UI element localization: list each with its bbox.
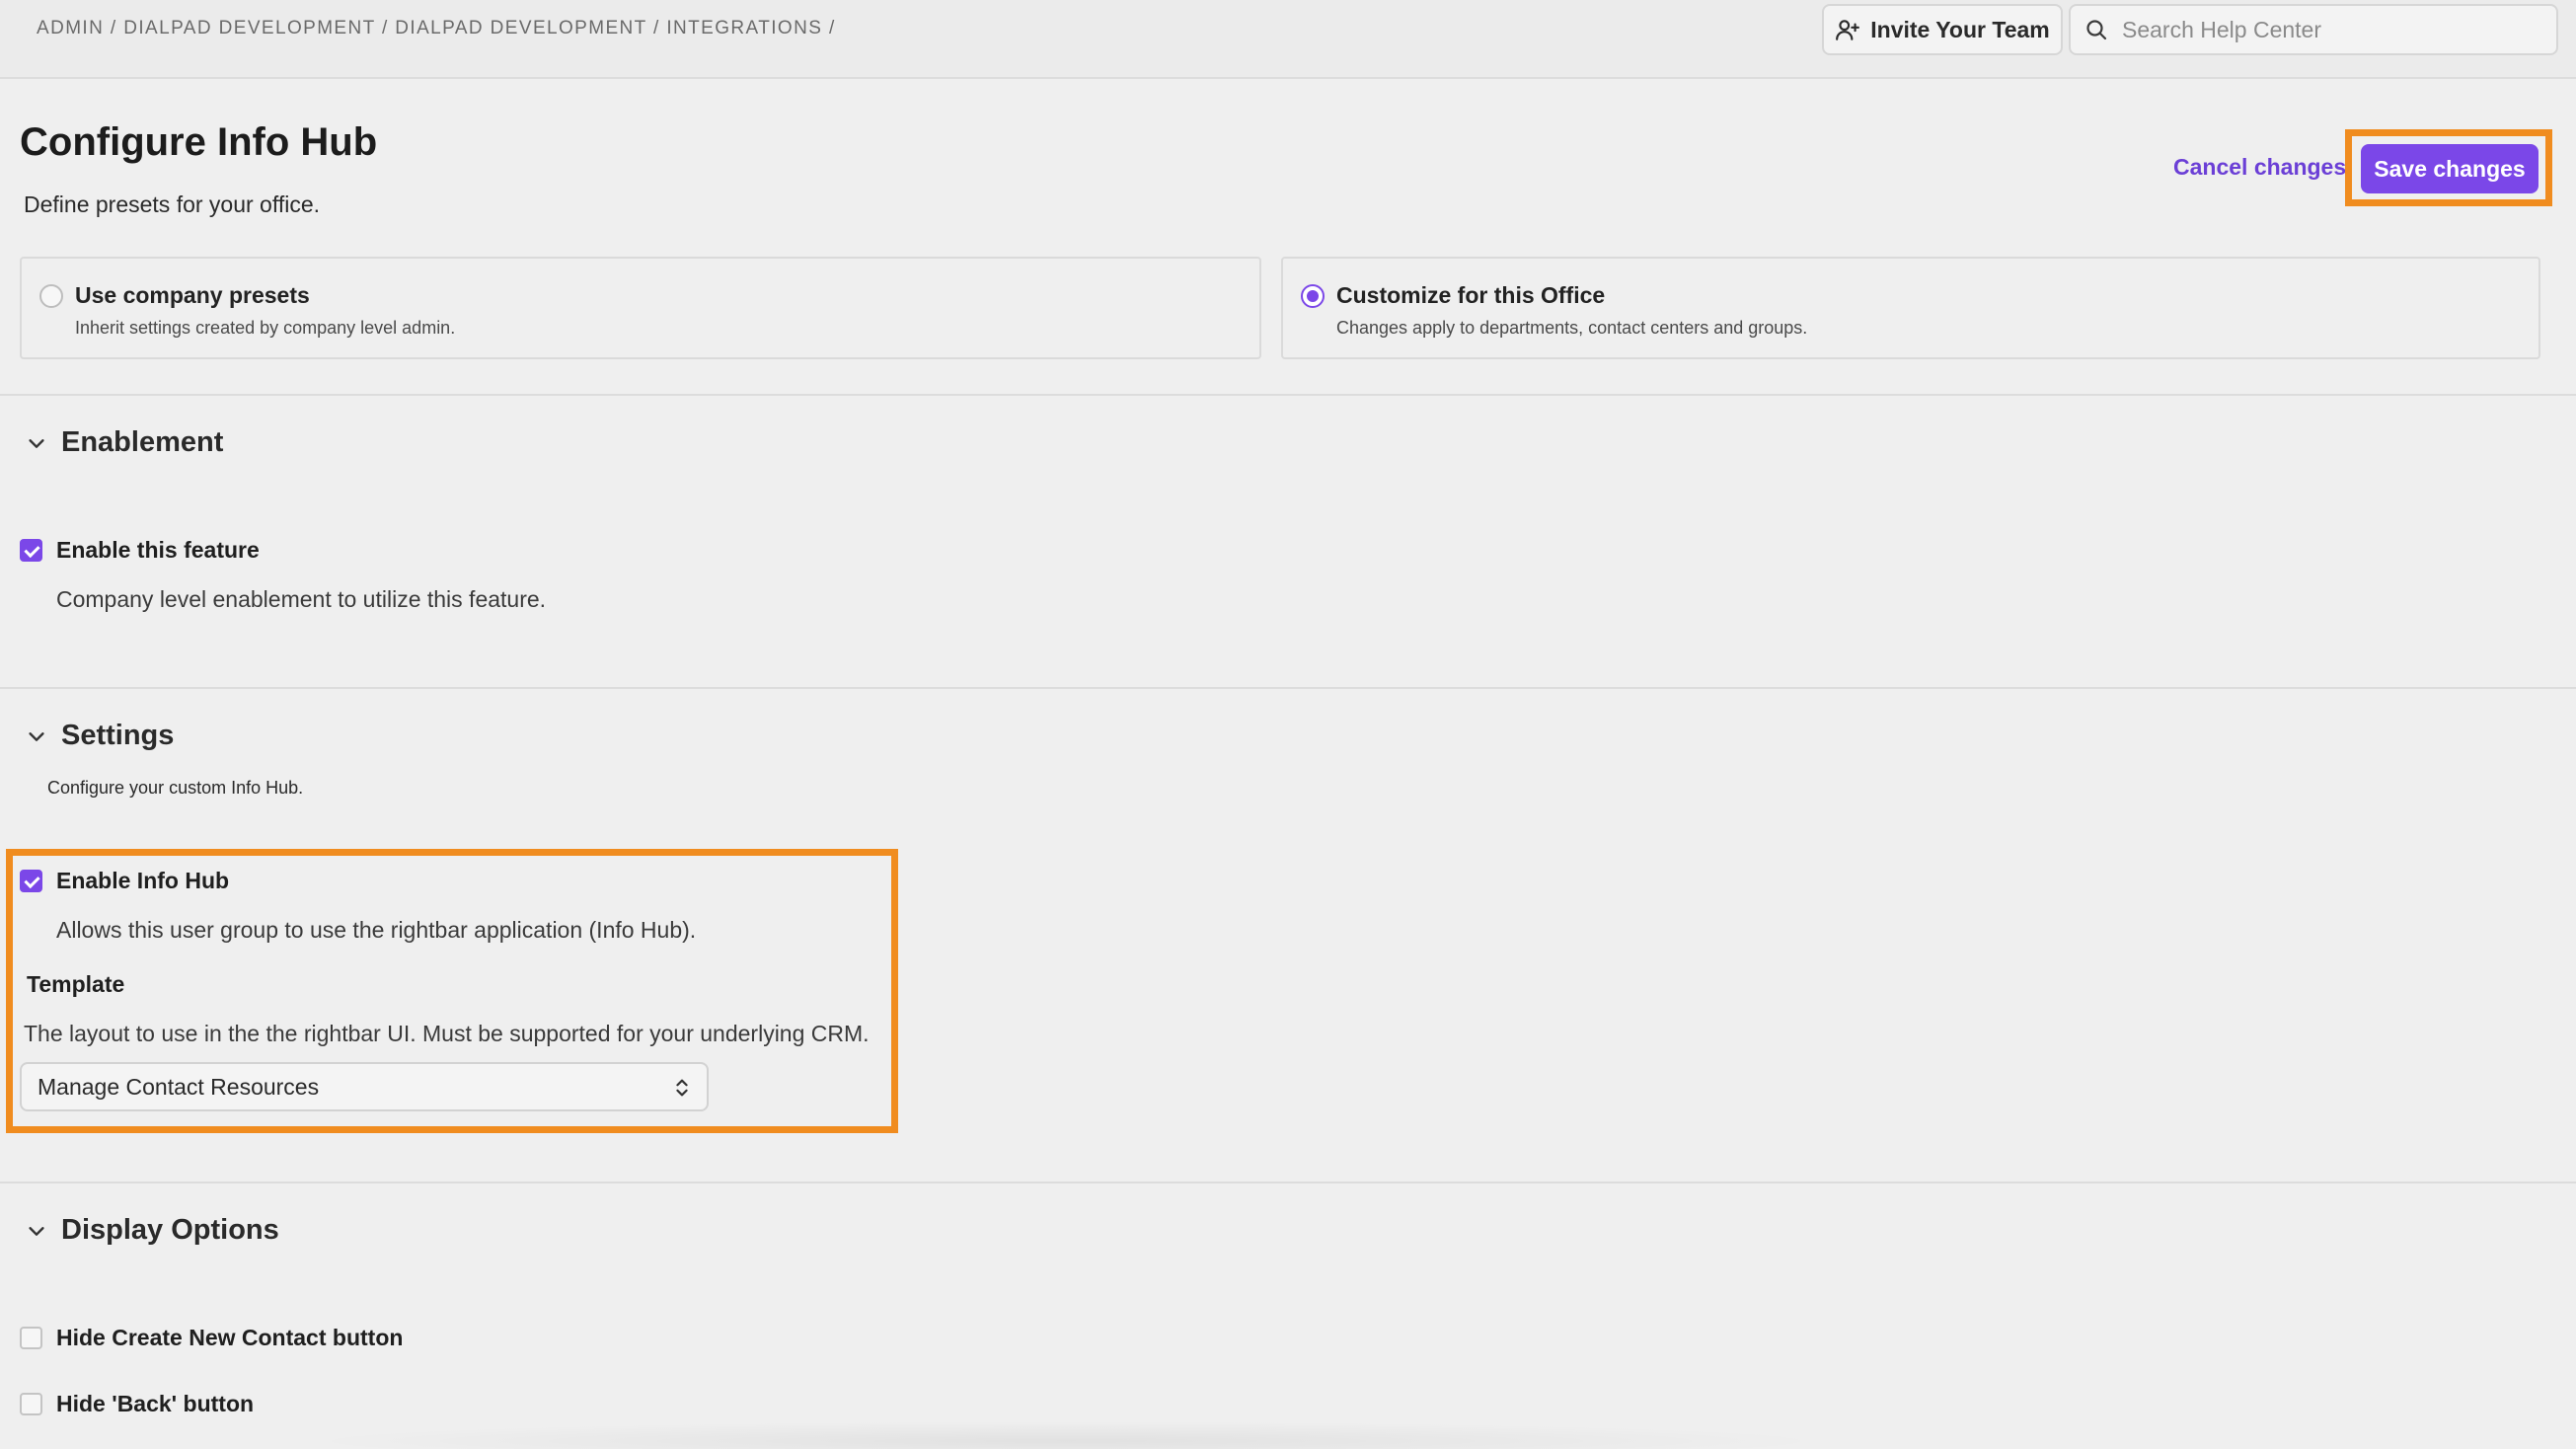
hide-create-contact-label[interactable]: Hide Create New Contact button [56, 1325, 403, 1351]
page-subtitle: Define presets for your office. [24, 191, 320, 217]
preset-office-card[interactable]: Customize for this Office Changes apply … [1281, 257, 2540, 359]
divider [0, 687, 2576, 689]
page-title: Configure Info Hub [20, 120, 378, 164]
search-input[interactable] [2122, 16, 2537, 43]
divider [0, 1182, 2576, 1183]
bottom-shadow [296, 1421, 1836, 1449]
enable-feature-checkbox[interactable] [20, 539, 42, 562]
enable-infohub-checkbox[interactable] [20, 870, 42, 892]
preset-company-title: Use company presets [75, 282, 310, 308]
divider [0, 394, 2576, 396]
invite-team-label: Invite Your Team [1870, 16, 2050, 42]
preset-office-title: Customize for this Office [1336, 282, 1606, 308]
enable-feature-label[interactable]: Enable this feature [56, 537, 260, 564]
template-label: Template [27, 971, 125, 997]
section-settings-title: Settings [61, 720, 175, 751]
preset-office-description: Changes apply to departments, contact ce… [1336, 318, 1808, 338]
chevron-updown-icon [676, 1079, 688, 1097]
preset-company-description: Inherit settings created by company leve… [75, 318, 456, 338]
section-enablement-toggle[interactable]: Enablement [26, 426, 223, 459]
top-bar: ADMIN / DIALPAD DEVELOPMENT / DIALPAD DE… [0, 0, 2576, 79]
breadcrumb[interactable]: ADMIN / DIALPAD DEVELOPMENT / DIALPAD DE… [37, 18, 836, 39]
hide-back-button-checkbox[interactable] [20, 1393, 42, 1415]
template-select-value: Manage Contact Resources [38, 1073, 320, 1100]
template-select[interactable]: Manage Contact Resources [20, 1062, 709, 1111]
section-display-options-toggle[interactable]: Display Options [26, 1214, 279, 1247]
enable-infohub-label[interactable]: Enable Info Hub [56, 868, 229, 894]
chevron-down-icon [29, 438, 44, 448]
chevron-down-icon [29, 731, 44, 741]
enable-infohub-help: Allows this user group to use the rightb… [56, 917, 697, 943]
chevron-down-icon [29, 1226, 44, 1236]
section-settings-toggle[interactable]: Settings [26, 720, 174, 752]
search-icon [2086, 20, 2107, 40]
invite-team-button[interactable]: Invite Your Team [1822, 4, 2063, 55]
save-changes-button[interactable]: Save changes [2361, 144, 2538, 193]
search-box[interactable] [2069, 4, 2558, 55]
template-help: The layout to use in the the rightbar UI… [24, 1021, 870, 1046]
preset-company-card[interactable]: Use company presets Inherit settings cre… [20, 257, 1261, 359]
hide-back-button-label[interactable]: Hide 'Back' button [56, 1391, 254, 1417]
add-user-icon [1836, 20, 1860, 40]
settings-description: Configure your custom Info Hub. [47, 778, 304, 798]
section-display-options-title: Display Options [61, 1214, 279, 1246]
preset-company-radio[interactable] [39, 284, 63, 308]
section-enablement-title: Enablement [61, 426, 224, 458]
preset-office-radio[interactable] [1301, 284, 1325, 308]
hide-create-contact-checkbox[interactable] [20, 1327, 42, 1349]
enable-feature-help: Company level enablement to utilize this… [56, 586, 547, 612]
cancel-changes-button[interactable]: Cancel changes [2173, 154, 2346, 181]
